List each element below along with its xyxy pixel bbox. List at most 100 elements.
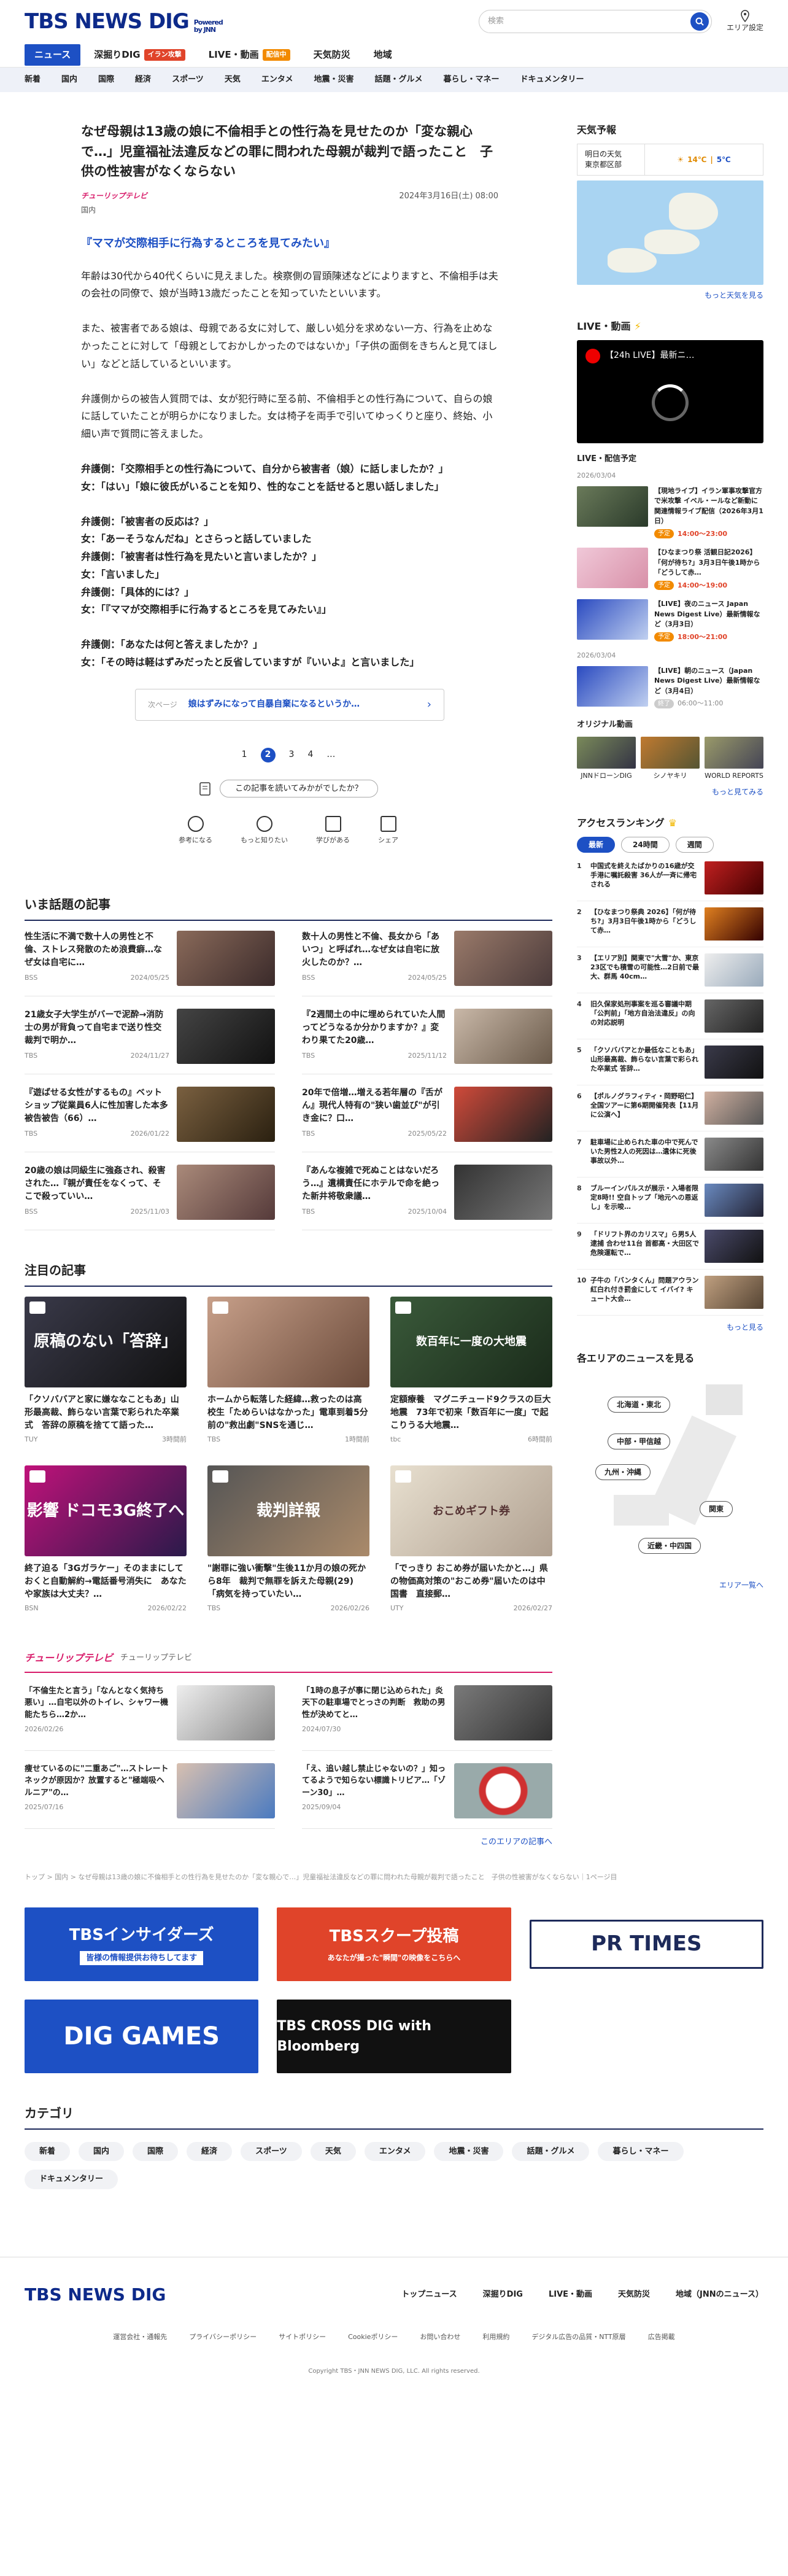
area-hokkaido-tohoku[interactable]: 北海道・東北	[608, 1396, 671, 1413]
footer-link[interactable]: トップニュース	[401, 2289, 457, 2301]
schedule-item[interactable]: 【LIVE】朝のニュース（Japan News Digest Live）最新情報…	[577, 665, 763, 709]
subnav-item[interactable]: 国際	[98, 74, 114, 86]
nav-deepdig[interactable]: 深掘りDIG イラン攻撃	[84, 44, 195, 66]
ranking-item[interactable]: 9 「ドリフト界のカリスマ」ら男5人逮捕 合わせ11台 首都高・大田区で危険運転で…	[577, 1229, 763, 1270]
featured-item[interactable]: ホームから転落した経緯…救ったのは高校生「ためらいはなかった」電車到着5分前の"…	[207, 1296, 369, 1445]
category-chip[interactable]: 話題・グルメ	[512, 2141, 590, 2162]
popular-item[interactable]: 21歳女子大学生がバーで泥酔→消防士の男が背負って自宅まで送り性交 裁判で明か……	[25, 1008, 275, 1074]
tab-latest[interactable]: 最新	[577, 836, 616, 853]
site-logo[interactable]: TBS NEWS DIG Powered by JNN	[25, 6, 231, 37]
featured-item[interactable]: 裁判詳報 "謝罪に強い衝撃"生後11か月の娘の死から8年 裁判で無罪を訴えた母親(…	[207, 1465, 369, 1614]
popular-item[interactable]: 20年で倍増…増える若年層の『舌がん』現代人特有の"狭い歯並び"が引き金に？口……	[302, 1086, 552, 1152]
popular-item[interactable]: 『2週間土の中に埋められていた人間ってどうなるか分かりますか？』変わり果てた20…	[302, 1008, 552, 1074]
weather-summary[interactable]: 明日の天気 東京都区部 ☀ 14℃ | 5℃	[577, 144, 763, 176]
popular-item[interactable]: 20歳の娘は同級生に強姦され、殺害された…『親が責任をなくって、そこで殺っていい…	[25, 1164, 275, 1230]
area-more-link[interactable]: エリア一覧へ	[577, 1580, 763, 1591]
popular-item[interactable]: 『遊ばせる女性がするもの』ベットショップ従業員6人に性加害した本多被告被告（66…	[25, 1086, 275, 1152]
article-source[interactable]: チューリップテレビ	[81, 190, 147, 201]
weather-more-link[interactable]: もっと天気を見る	[577, 290, 763, 301]
reaction-helpful[interactable]: 参考になる	[179, 816, 212, 846]
reaction-learn[interactable]: 学びがある	[316, 816, 350, 846]
banner-diggames[interactable]: DIG GAMES	[25, 1999, 259, 2073]
featured-item[interactable]: 影響 ドコモ3G終了へ 終了迫る「3Gガラケー」そのままにしておくと自動解約→電話…	[25, 1465, 187, 1614]
category-chip[interactable]: 暮らし・マネー	[598, 2141, 684, 2162]
footer-link[interactable]: 地域（JNNのニュース）	[676, 2289, 763, 2301]
subnav-item[interactable]: 地震・災害	[314, 74, 353, 86]
reaction-more[interactable]: もっと知りたい	[241, 816, 288, 846]
ranking-item[interactable]: 10 子牛の「バンタくん」問題アウラン紅白れ付き罰金にして イバイ? キュート大会…	[577, 1275, 763, 1316]
footer-link[interactable]: 深掘りDIG	[483, 2289, 523, 2301]
banner-prtimes[interactable]: PR TIMES	[529, 1919, 763, 1969]
category-chip[interactable]: 天気	[310, 2141, 356, 2162]
ranking-item[interactable]: 3 【エリア別】関東で"大雪"か、東京23区でも積雪の可能性…2日前で最大、群馬 …	[577, 953, 763, 993]
category-chip[interactable]: 地震・災害	[434, 2141, 504, 2162]
channel-item[interactable]: 「え、追い越し禁止じゃないの？」知ってるようで知らない標識トリビア…「ゾーン30…	[302, 1763, 552, 1829]
area-kinki[interactable]: 近畿・中四国	[638, 1537, 701, 1554]
schedule-item[interactable]: 【LIVE】夜のニュース Japan News Digest Live）最新情報…	[577, 599, 763, 642]
featured-item[interactable]: おこめギフト券 「でっきり おこめ券が届いたかと…」県の物価高対策の"おこめ券"届…	[390, 1465, 552, 1614]
ranking-item[interactable]: 2 【ひなまつり祭典 2026】「何が待ち?」3月3日午後1時から「どうして赤…	[577, 907, 763, 947]
tab-24h[interactable]: 24時間	[621, 836, 670, 853]
area-chubu[interactable]: 中部・甲信越	[608, 1433, 671, 1449]
subnav-item[interactable]: 話題・グルメ	[374, 74, 422, 86]
article-category[interactable]: 国内	[81, 204, 552, 215]
original-item[interactable]: JNNドローンDIG	[577, 737, 636, 782]
ranking-item[interactable]: 6 【ポルノグラフィティ・岡野昭仁】全国ツアーに第6期開催発表【11月に公演へ】	[577, 1091, 763, 1131]
area-kanto[interactable]: 関東	[700, 1500, 733, 1517]
footer-logo[interactable]: TBS NEWS DIG	[25, 2282, 166, 2308]
popular-item[interactable]: 性生活に不満で数十人の男性と不倫、ストレス発散のため浪費癖…なぜ女は自宅に… BS…	[25, 930, 275, 996]
category-chip[interactable]: 新着	[25, 2141, 71, 2162]
original-more-link[interactable]: もっと見てみる	[577, 786, 763, 797]
channel-item[interactable]: 痩せているのに"二重あご"…ストレートネックが原因か？放置すると"極端吸ヘルニア…	[25, 1763, 275, 1829]
category-chip[interactable]: ドキュメンタリー	[25, 2170, 118, 2189]
featured-item[interactable]: 原稿のない「答辞」 「クソババアと家に嫌ななこともあ」山形最高裁、飾らない言葉で彩…	[25, 1296, 187, 1445]
original-item[interactable]: シノヤキリ	[641, 737, 700, 782]
subnav-item[interactable]: エンタメ	[261, 74, 293, 86]
page-link[interactable]: 1	[242, 748, 247, 761]
featured-item[interactable]: 数百年に一度の大地震 定額療養 マグニチュード9クラスの巨大地震 73年で初来「数…	[390, 1296, 552, 1445]
footer-sub-link[interactable]: サイトポリシー	[279, 2332, 326, 2343]
subnav-item[interactable]: 暮らし・マネー	[443, 74, 499, 86]
search-input[interactable]: 検索	[488, 15, 504, 28]
subnav-item[interactable]: 経済	[135, 74, 151, 86]
channel-more-link[interactable]: このエリアの記事へ	[25, 1836, 552, 1849]
footer-link[interactable]: LIVE・動画	[549, 2289, 592, 2301]
ranking-item[interactable]: 5 「クソババアとか最低なこともあ」山形最高裁、飾らない言葉で彩られた卒業式 答辞…	[577, 1045, 763, 1085]
popular-item[interactable]: 数十人の男性と不倫、長女から「あいつ」と呼ばれ…なぜ女は自宅に放火したのか？… B…	[302, 930, 552, 996]
footer-sub-link[interactable]: Cookieポリシー	[348, 2332, 398, 2343]
survey-button[interactable]: この記事を読いてみかがでしたか？	[220, 779, 378, 798]
next-page-button[interactable]: 次ページ 娘はずみになって自暴自棄になるというか… ›	[135, 688, 444, 721]
schedule-item[interactable]: 【現地ライブ】イラン軍事攻撃官方で米攻撃 イベル・ールなど新動に関連情報ライブ配…	[577, 486, 763, 540]
footer-sub-link[interactable]: 広告掲載	[648, 2332, 675, 2343]
reaction-share[interactable]: シェア	[378, 816, 398, 846]
footer-sub-link[interactable]: お問い合わせ	[420, 2332, 460, 2343]
live-player[interactable]: 【24h LIVE】最新ニ…	[577, 339, 763, 443]
search-box[interactable]: 検索	[478, 10, 712, 33]
ranking-item[interactable]: 8 ブルーインパルスが展示・入場者限定8時!! 空自トップ「地元への恩返し」を示唆…	[577, 1183, 763, 1224]
subnav-item[interactable]: 国内	[61, 74, 77, 86]
page-link[interactable]: 3	[289, 748, 295, 761]
ranking-more-link[interactable]: もっと見る	[577, 1322, 763, 1333]
footer-sub-link[interactable]: 利用規約	[482, 2332, 509, 2343]
subnav-item[interactable]: スポーツ	[172, 74, 204, 86]
category-chip[interactable]: 国際	[133, 2141, 179, 2162]
tab-weekly[interactable]: 週間	[675, 836, 714, 853]
ranking-item[interactable]: 7 駐車場に止められた車の中で死んでいた男性2人の死因は…遺体に死後 事故以外…	[577, 1137, 763, 1177]
category-chip[interactable]: スポーツ	[241, 2141, 302, 2162]
category-chip[interactable]: 国内	[79, 2141, 125, 2162]
ranking-item[interactable]: 1 中国式を終えたばかりの16歳が交手港に嘱託殺害 36人が一斉に帰宅される	[577, 861, 763, 901]
subnav-item[interactable]: 天気	[225, 74, 241, 86]
nav-weather[interactable]: 天気防災	[304, 44, 360, 66]
subnav-item[interactable]: 新着	[25, 74, 41, 86]
breadcrumb[interactable]: トップ > 国内 > なぜ母親は13歳の娘に不倫相手との性行為を見せたのか「変な…	[0, 1872, 788, 1883]
footer-link[interactable]: 天気防災	[618, 2289, 650, 2301]
search-button[interactable]	[690, 12, 709, 31]
channel-item[interactable]: 「不倫生たと言う」「なんとなく気持ち悪い」…自宅以外のトイレ、シャワー機能たちら…	[25, 1685, 275, 1751]
banner-crossdig[interactable]: TBS CROSS DIG with Bloomberg	[277, 1999, 511, 2073]
channel-logo[interactable]: チューリップテレビ	[25, 1651, 113, 1666]
nav-news[interactable]: ニュース	[25, 44, 81, 66]
area-setting[interactable]: エリア設定	[727, 10, 763, 33]
original-item[interactable]: WORLD REPORTS	[705, 737, 763, 782]
subnav-item[interactable]: ドキュメンタリー	[520, 74, 584, 86]
ranking-item[interactable]: 4 旧久保家処刑事案を巡る審議中期「公判前」「地方自治法違反」の向の対応説明	[577, 999, 763, 1039]
